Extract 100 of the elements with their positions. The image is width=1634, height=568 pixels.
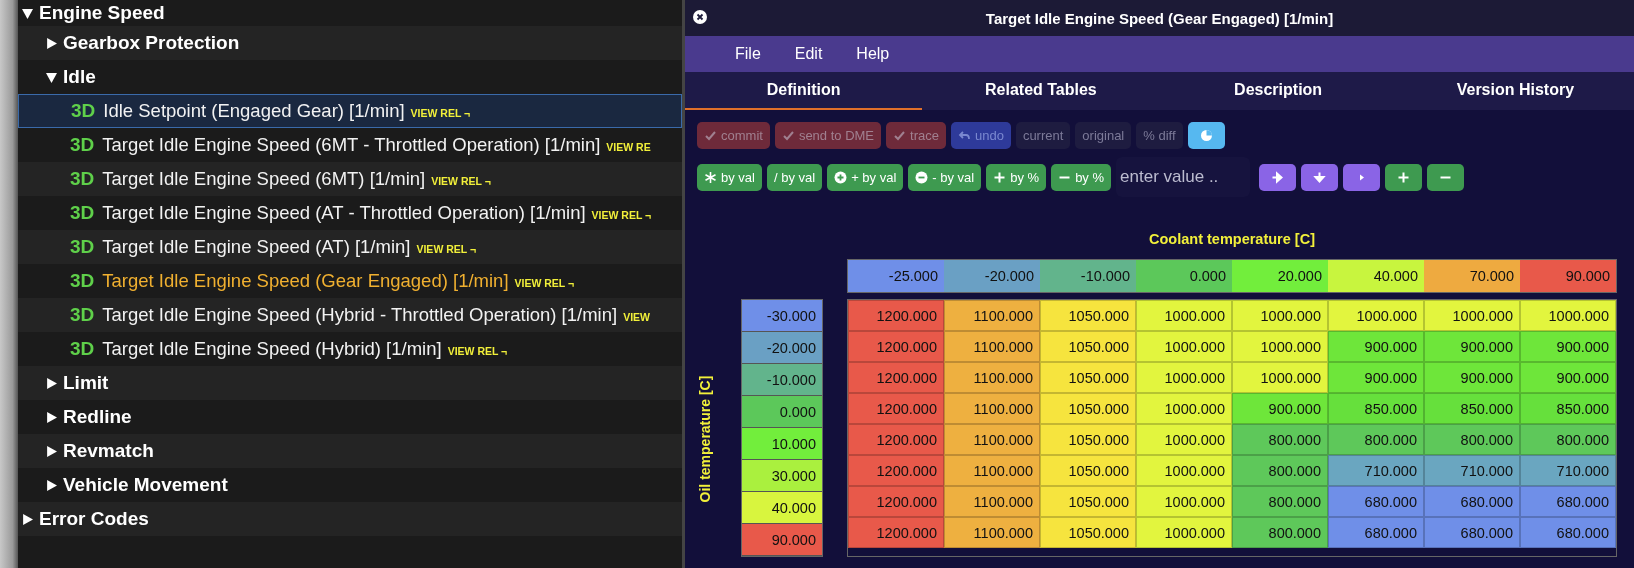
table-cell[interactable]: 800.000 xyxy=(1232,424,1328,455)
axis-cell[interactable]: -20.000 xyxy=(944,260,1040,292)
table-cell[interactable]: 1100.000 xyxy=(944,424,1040,455)
menu-item[interactable]: Edit xyxy=(784,45,833,63)
table-cell[interactable]: 1000.000 xyxy=(1232,331,1328,362)
table-cell[interactable]: 1050.000 xyxy=(1040,331,1136,362)
tree-item[interactable]: 3D Idle Setpoint (Engaged Gear) [1/min] VIEW REL ¬ xyxy=(18,94,682,128)
table-cell[interactable]: 1200.000 xyxy=(848,455,944,486)
tree-group[interactable]: Vehicle Movement xyxy=(63,474,228,496)
icon-button[interactable] xyxy=(1301,163,1339,191)
table-cell[interactable]: 1000.000 xyxy=(1232,362,1328,393)
menu-item[interactable]: Help xyxy=(846,45,900,63)
axis-cell[interactable]: 90.000 xyxy=(1520,260,1616,292)
icon-button[interactable] xyxy=(1427,163,1465,191)
table-cell[interactable]: 1000.000 xyxy=(1136,300,1232,331)
table-cell[interactable]: 1100.000 xyxy=(944,393,1040,424)
tree-item[interactable]: 3D Target Idle Engine Speed (AT) [1/min] VIEW REL ¬ xyxy=(18,230,682,264)
view-related-link[interactable]: VIEW REL ¬ xyxy=(416,243,477,255)
axis-cell[interactable]: -20.000 xyxy=(742,332,822,364)
axis-cell[interactable]: -10.000 xyxy=(1040,260,1136,292)
tree-group[interactable]: Error Codes xyxy=(39,508,149,530)
table-cell[interactable]: 1100.000 xyxy=(944,455,1040,486)
table-cell[interactable]: 710.000 xyxy=(1328,455,1424,486)
table-cell[interactable]: 1000.000 xyxy=(1424,300,1520,331)
table-cell[interactable]: 1000.000 xyxy=(1136,517,1232,548)
axis-cell[interactable]: 70.000 xyxy=(1424,260,1520,292)
table-cell[interactable]: 1050.000 xyxy=(1040,393,1136,424)
table-cell[interactable]: 710.000 xyxy=(1520,455,1616,486)
table-cell[interactable]: 680.000 xyxy=(1520,517,1616,548)
collapse-arrow-icon[interactable] xyxy=(22,7,33,19)
table-cell[interactable]: 1200.000 xyxy=(848,486,944,517)
table-cell[interactable]: 900.000 xyxy=(1424,362,1520,393)
toolbar-button[interactable]: % diff xyxy=(1136,122,1183,149)
table-cell[interactable]: 680.000 xyxy=(1328,486,1424,517)
table-cell[interactable]: 1000.000 xyxy=(1232,300,1328,331)
tree-group[interactable]: Redline xyxy=(63,406,132,428)
table-cell[interactable]: 1100.000 xyxy=(944,300,1040,331)
table-cell[interactable]: 680.000 xyxy=(1424,517,1520,548)
axis-cell[interactable]: 20.000 xyxy=(1232,260,1328,292)
icon-button[interactable] xyxy=(1187,122,1225,149)
table-cell[interactable]: 1000.000 xyxy=(1136,486,1232,517)
table-cell[interactable]: 1100.000 xyxy=(944,486,1040,517)
toolbar-button[interactable]: + by val xyxy=(827,163,904,191)
toolbar-button[interactable]: / by val xyxy=(766,163,823,191)
axis-cell[interactable]: -30.000 xyxy=(742,300,822,332)
table-cell[interactable]: 800.000 xyxy=(1232,486,1328,517)
toolbar-button[interactable]: by % xyxy=(986,163,1047,191)
table-cell[interactable]: 1050.000 xyxy=(1040,517,1136,548)
table-cell[interactable]: 1000.000 xyxy=(1136,331,1232,362)
table-cell[interactable]: 800.000 xyxy=(1232,517,1328,548)
table-cell[interactable]: 900.000 xyxy=(1328,362,1424,393)
table-cell[interactable]: 850.000 xyxy=(1424,393,1520,424)
table-cell[interactable]: 850.000 xyxy=(1520,393,1616,424)
tree-item[interactable]: 3D Target Idle Engine Speed (Hybrid - Throttled Operation) [1/min] VIEW xyxy=(18,298,682,332)
table-cell[interactable]: 900.000 xyxy=(1232,393,1328,424)
close-icon[interactable] xyxy=(693,10,707,24)
table-cell[interactable]: 800.000 xyxy=(1232,455,1328,486)
axis-cell[interactable]: 0.000 xyxy=(1136,260,1232,292)
table-cell[interactable]: 1000.000 xyxy=(1136,455,1232,486)
expand-arrow-icon[interactable] xyxy=(46,37,57,49)
axis-cell[interactable]: 30.000 xyxy=(742,460,822,492)
table-cell[interactable]: 1100.000 xyxy=(944,517,1040,548)
view-related-link[interactable]: VIEW REL ¬ xyxy=(514,277,575,289)
axis-cell[interactable]: 40.000 xyxy=(742,492,822,524)
expand-arrow-icon[interactable] xyxy=(22,513,33,525)
table-cell[interactable]: 1000.000 xyxy=(1520,300,1616,331)
tab[interactable]: Description xyxy=(1159,72,1397,110)
tree-group[interactable]: Limit xyxy=(63,372,109,394)
toolbar-button[interactable]: original xyxy=(1075,122,1132,149)
table-cell[interactable]: 1000.000 xyxy=(1136,424,1232,455)
table-cell[interactable]: 680.000 xyxy=(1328,517,1424,548)
toolbar-button[interactable]: - by val xyxy=(908,163,982,191)
table-cell[interactable]: 1000.000 xyxy=(1136,393,1232,424)
axis-cell[interactable]: 10.000 xyxy=(742,428,822,460)
toolbar-button[interactable]: by val xyxy=(697,163,762,191)
table-cell[interactable]: 900.000 xyxy=(1520,331,1616,362)
axis-cell[interactable]: -10.000 xyxy=(742,364,822,396)
expand-arrow-icon[interactable] xyxy=(46,377,57,389)
view-related-link[interactable]: VIEW REL ¬ xyxy=(591,209,652,221)
tree-group[interactable]: Revmatch xyxy=(63,440,154,462)
view-related-link[interactable]: VIEW REL ¬ xyxy=(447,345,508,357)
table-cell[interactable]: 1100.000 xyxy=(944,362,1040,393)
table-cell[interactable]: 1200.000 xyxy=(848,393,944,424)
table-cell[interactable]: 850.000 xyxy=(1328,393,1424,424)
table-cell[interactable]: 680.000 xyxy=(1424,486,1520,517)
axis-cell[interactable]: 0.000 xyxy=(742,396,822,428)
tab[interactable]: Definition xyxy=(685,72,923,110)
view-related-link[interactable]: VIEW REL ¬ xyxy=(431,175,491,187)
table-cell[interactable]: 1000.000 xyxy=(1328,300,1424,331)
table-cell[interactable]: 1100.000 xyxy=(944,331,1040,362)
collapse-arrow-icon[interactable] xyxy=(46,71,57,83)
table-cell[interactable]: 900.000 xyxy=(1328,331,1424,362)
table-cell[interactable]: 1200.000 xyxy=(848,424,944,455)
menu-item[interactable]: File xyxy=(725,45,771,63)
table-cell[interactable]: 1200.000 xyxy=(848,331,944,362)
table-cell[interactable]: 1050.000 xyxy=(1040,300,1136,331)
table-cell[interactable]: 1050.000 xyxy=(1040,486,1136,517)
icon-button[interactable] xyxy=(1259,163,1297,191)
table-cell[interactable]: 680.000 xyxy=(1520,486,1616,517)
table-cell[interactable]: 800.000 xyxy=(1520,424,1616,455)
